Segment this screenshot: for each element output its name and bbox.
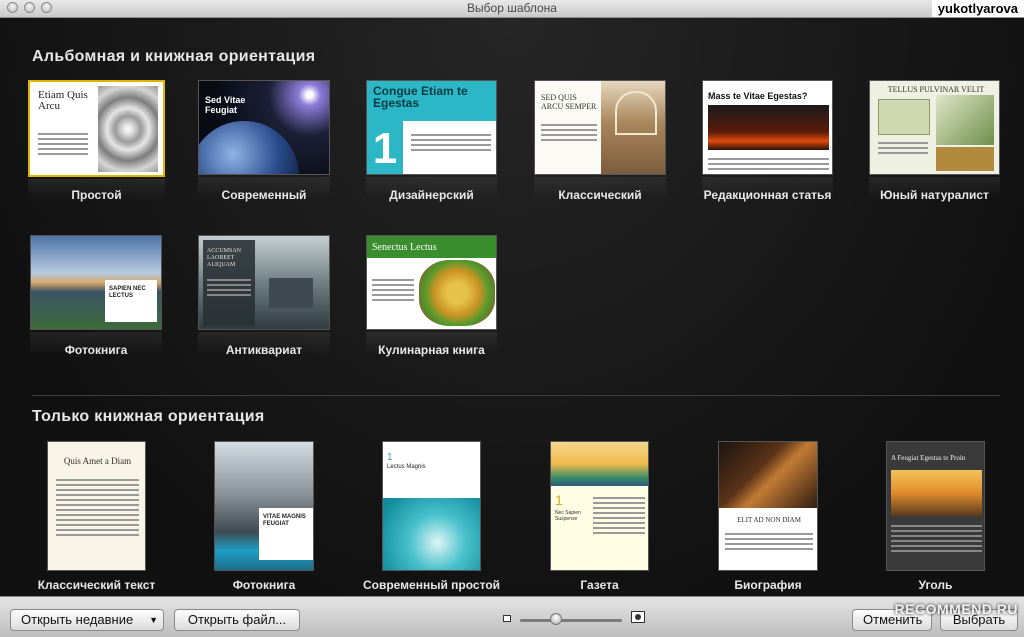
- planet-image: [199, 121, 299, 174]
- page-number-glyph: 1: [555, 492, 563, 508]
- small-thumbnail-icon[interactable]: [503, 615, 511, 622]
- thumbnail-heading: Lectus Magnis: [387, 464, 426, 470]
- bottom-toolbar: Открыть недавние ▼ Открыть файл... Отмен…: [0, 596, 1024, 637]
- template-thumbnail: Quis Amet a Diam: [47, 441, 146, 571]
- template-thumbnail: Sed Vitae Feugiat: [198, 80, 330, 175]
- template-label: Юный натуралист: [880, 188, 989, 202]
- open-file-button[interactable]: Открыть файл...: [174, 609, 300, 631]
- template-label: Уголь: [918, 578, 953, 592]
- template-thumbnail: A Feugiat Egestas te Proin: [886, 441, 985, 571]
- template-thumbnail: Congue Etiam te Egestas 1: [366, 80, 497, 175]
- template-label: Простой: [71, 188, 122, 202]
- template-thumbnail: SED QUIS ARCU SEMPER: [534, 80, 666, 175]
- section-title-landscape: Альбомная и книжная ориентация: [32, 48, 316, 65]
- user-tag: yukotlyarova: [931, 0, 1024, 17]
- template-label: Кулинарная книга: [378, 343, 485, 357]
- template-label: Дизайнерский: [389, 188, 474, 202]
- template-thumbnail: VITAE MAGNIS FEUGIAT: [214, 441, 314, 571]
- template-label: Редакционная статья: [703, 188, 832, 202]
- thumbnail-heading: SED QUIS ARCU SEMPER: [541, 93, 597, 111]
- window-titlebar: Выбор шаблона yukotlyarova: [0, 0, 1024, 18]
- thumbnail-heading: A Feugiat Egestas te Proin: [891, 454, 966, 462]
- large-thumbnail-icon[interactable]: [631, 611, 645, 623]
- template-chooser: Альбомная и книжная ориентация Etiam Qui…: [0, 18, 1024, 596]
- illustration-image: [551, 442, 648, 486]
- open-recent-popup[interactable]: Открыть недавние ▼: [10, 609, 164, 631]
- template-label: Биография: [734, 578, 802, 592]
- volcano-image: [708, 105, 829, 150]
- flower-image: [98, 86, 158, 172]
- page-number-glyph: 1: [387, 452, 393, 463]
- watermark: RECOMMEND.RU: [894, 601, 1018, 617]
- ship-image: [269, 278, 313, 308]
- thumbnail-heading: TELLUS PULVINAR VELIT: [887, 85, 985, 94]
- thumbnail-heading: SAPIEN NEC LECTUS: [109, 286, 146, 299]
- thumbnail-heading: ELIT AD NON DIAM: [737, 516, 801, 524]
- template-thumbnail: SAPIEN NEC LECTUS: [30, 235, 162, 330]
- lizard-image: [936, 147, 994, 171]
- zoom-slider-knob[interactable]: [549, 613, 562, 625]
- dish-image: [419, 260, 495, 326]
- thumbnail-heading: Sed Vitae Feugiat: [205, 95, 246, 115]
- template-label: Классический текст: [37, 578, 156, 592]
- plant-image: [936, 95, 994, 145]
- thumbnail-heading: Nec Sapien Suspense: [555, 510, 581, 522]
- open-recent-label: Открыть недавние: [21, 612, 134, 627]
- template-thumbnail: Etiam Quis Arcu: [28, 80, 165, 177]
- template-label: Фотокнига: [64, 343, 128, 357]
- section-title-portrait: Только книжная ориентация: [32, 408, 265, 425]
- chevron-down-icon: ▼: [149, 615, 158, 625]
- template-thumbnail: TELLUS PULVINAR VELIT: [869, 80, 1000, 175]
- template-label: Фотокнига: [232, 578, 296, 592]
- window-title: Выбор шаблона: [467, 1, 557, 15]
- turtle-image: [383, 498, 480, 570]
- template-thumbnail: ELIT AD NON DIAM: [718, 441, 818, 571]
- template-label: Газета: [580, 578, 619, 592]
- template-thumbnail: ACCUMSAN LAOREET ALIQUAM: [198, 235, 330, 330]
- zoom-slider-track[interactable]: [520, 619, 622, 622]
- arch-image: [891, 470, 982, 516]
- thumbnail-heading: Senectus Lectus: [372, 242, 437, 253]
- template-thumbnail: Senectus Lectus: [366, 235, 497, 330]
- template-label: Классический: [558, 188, 642, 202]
- thumbnail-heading: Mass te Vitae Egestas?: [708, 91, 808, 101]
- template-thumbnail: Mass te Vitae Egestas?: [702, 80, 833, 175]
- template-thumbnail: 1 Nec Sapien Suspense: [550, 441, 649, 571]
- thumbnail-heading: Etiam Quis Arcu: [38, 89, 88, 112]
- thumbnail-heading: Quis Amet a Diam: [63, 456, 132, 466]
- thumbnail-heading: Congue Etiam te Egestas: [373, 84, 468, 110]
- fresco-image: [601, 81, 665, 174]
- thumbnail-heading: ACCUMSAN LAOREET ALIQUAM: [207, 248, 242, 268]
- template-label: Антиквариат: [225, 343, 303, 357]
- template-label: Современный: [221, 188, 307, 202]
- template-label: Современный простой: [362, 578, 501, 592]
- section-divider: [32, 395, 1000, 396]
- guitar-image: [719, 442, 817, 508]
- page-number-glyph: 1: [367, 121, 403, 174]
- insect-image: [878, 99, 930, 135]
- template-thumbnail: 1 Lectus Magnis: [382, 441, 481, 571]
- thumbnail-heading: VITAE MAGNIS FEUGIAT: [263, 514, 306, 527]
